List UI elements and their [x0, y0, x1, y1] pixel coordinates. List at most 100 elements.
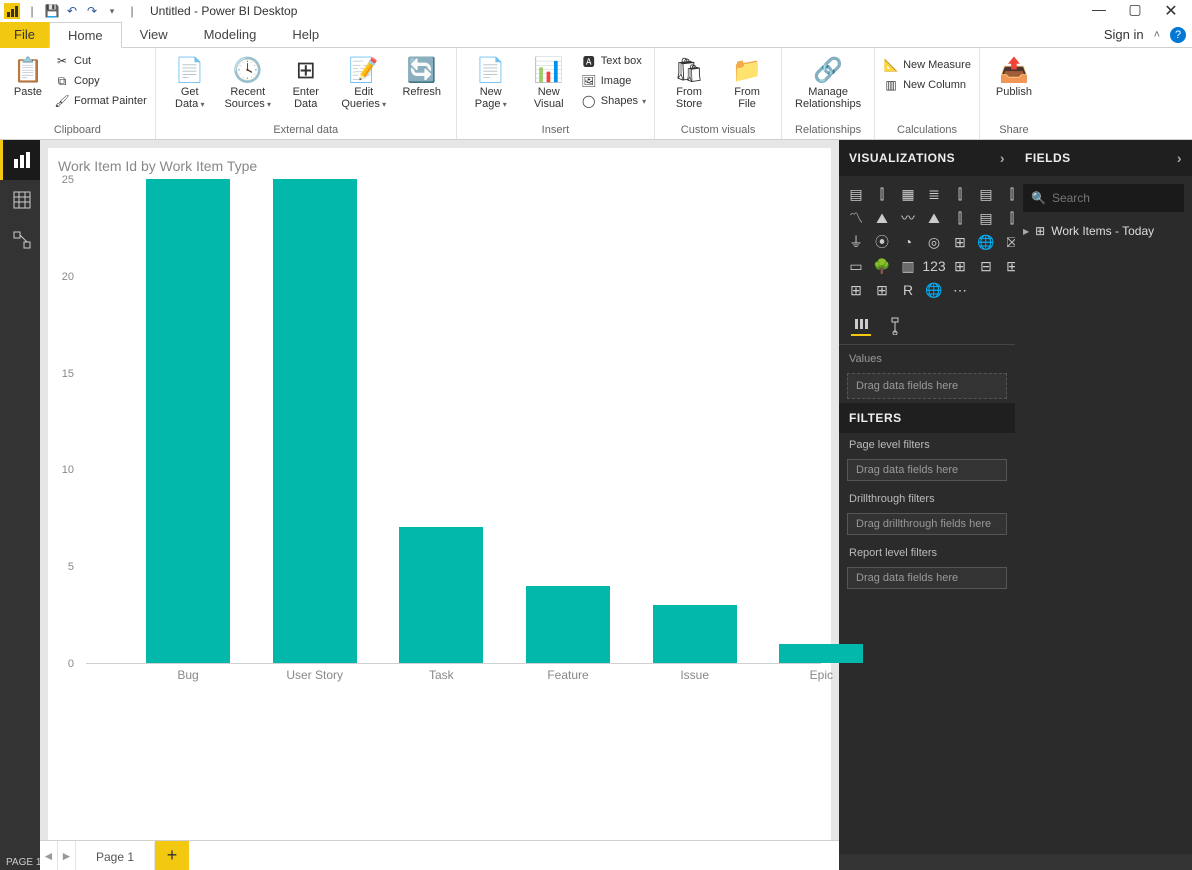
model-view-button[interactable] — [0, 220, 40, 260]
fields-header[interactable]: FIELDS › — [1015, 140, 1192, 176]
new-page-button[interactable]: 📄New Page ▾ — [465, 50, 517, 111]
format-tab-icon[interactable] — [885, 316, 905, 336]
viz-type-8[interactable]: ⛰ — [871, 208, 893, 228]
viz-type-1[interactable]: ⫿ — [871, 184, 893, 204]
new-visual-button[interactable]: 📊New Visual — [523, 50, 575, 110]
format-painter-button[interactable]: 🖌Format Painter — [54, 92, 147, 110]
page-tabs: ◄ ► Page 1 + — [40, 840, 839, 870]
viz-type-32[interactable]: ⋯ — [949, 280, 971, 300]
recent-sources-button[interactable]: 🕓Recent Sources ▾ — [222, 50, 274, 111]
report-view-button[interactable] — [0, 140, 40, 180]
save-icon[interactable]: 💾 — [44, 3, 60, 19]
viz-type-14[interactable]: ⏚ — [845, 232, 867, 252]
chart-visual[interactable]: Work Item Id by Work Item Type 051015202… — [48, 148, 831, 846]
fields-search[interactable]: 🔍 — [1023, 184, 1184, 212]
fields-tab-icon[interactable] — [851, 316, 871, 336]
modeling-tab[interactable]: Modeling — [186, 22, 275, 48]
from-file-button[interactable]: 📁From File — [721, 50, 773, 110]
viz-type-25[interactable]: ⊞ — [949, 256, 971, 276]
group-custom-visuals: 🛍From Store 📁From File Custom visuals — [655, 48, 782, 139]
collapse-viz-icon[interactable]: › — [1000, 150, 1005, 166]
maximize-button[interactable]: ▢ — [1126, 1, 1144, 21]
enter-data-button[interactable]: ⊞Enter Data — [280, 50, 332, 110]
viz-type-26[interactable]: ⊟ — [975, 256, 997, 276]
next-page-button[interactable]: ► — [58, 841, 76, 870]
collapse-ribbon-icon[interactable]: ˄ — [1154, 29, 1160, 41]
edit-queries-button[interactable]: 📝Edit Queries ▾ — [338, 50, 390, 111]
sign-in-button[interactable]: Sign in — [1104, 27, 1144, 42]
bar-bug[interactable] — [146, 179, 230, 663]
bar-feature[interactable] — [526, 586, 610, 663]
cut-button[interactable]: ✂Cut — [54, 52, 147, 70]
viz-type-22[interactable]: 🌳 — [871, 256, 893, 276]
viz-type-29[interactable]: ⊞ — [871, 280, 893, 300]
from-store-button[interactable]: 🛍From Store — [663, 50, 715, 110]
bar-user-story[interactable] — [273, 179, 357, 663]
manage-relationships-button[interactable]: 🔗Manage Relationships — [790, 50, 866, 110]
viz-type-10[interactable]: ⛰ — [923, 208, 945, 228]
report-filters-drop[interactable]: Drag data fields here — [847, 567, 1007, 589]
viz-type-9[interactable]: 〰 — [897, 208, 919, 228]
get-data-button[interactable]: 📄Get Data ▾ — [164, 50, 216, 111]
file-tab[interactable]: File — [0, 22, 49, 48]
close-button[interactable]: ✕ — [1162, 1, 1180, 21]
viz-type-31[interactable]: 🌐 — [923, 280, 945, 300]
copy-button[interactable]: ⧉Copy — [54, 72, 147, 90]
group-relationships: 🔗Manage Relationships Relationships — [782, 48, 875, 139]
left-view-rail — [0, 140, 40, 854]
page-tab-1[interactable]: Page 1 — [76, 841, 155, 870]
home-tab[interactable]: Home — [49, 22, 122, 48]
viz-type-24[interactable]: 123 — [923, 256, 945, 276]
data-view-button[interactable] — [0, 180, 40, 220]
add-page-button[interactable]: + — [155, 841, 189, 870]
view-tab[interactable]: View — [122, 22, 186, 48]
viz-type-16[interactable]: ◔ — [897, 232, 919, 252]
refresh-button[interactable]: 🔄Refresh — [396, 50, 448, 98]
window-title: Untitled - Power BI Desktop — [150, 4, 297, 18]
visualization-picker[interactable]: ▤⫿▦≣⫿▤⫿〽⛰〰⛰⫿▤⫿⏚⦿◔◎⊞🌐⛝▭🌳▥123⊞⊟⊞⊞⊞R🌐⋯ — [839, 176, 1015, 308]
bar-epic[interactable] — [779, 644, 863, 663]
report-canvas[interactable]: Work Item Id by Work Item Type 051015202… — [48, 148, 831, 846]
viz-type-19[interactable]: 🌐 — [975, 232, 997, 252]
prev-page-button[interactable]: ◄ — [40, 841, 58, 870]
fields-search-input[interactable] — [1052, 191, 1192, 205]
shapes-button[interactable]: ◯Shapes ▾ — [581, 92, 646, 110]
viz-type-0[interactable]: ▤ — [845, 184, 867, 204]
minimize-button[interactable]: — — [1090, 1, 1108, 21]
help-tab[interactable]: Help — [274, 22, 337, 48]
collapse-fields-icon[interactable]: › — [1177, 150, 1182, 166]
drill-filters-drop[interactable]: Drag drillthrough fields here — [847, 513, 1007, 535]
undo-icon[interactable]: ↶ — [64, 3, 80, 19]
paste-button[interactable]: 📋 Paste — [8, 50, 48, 98]
viz-type-30[interactable]: R — [897, 280, 919, 300]
viz-type-3[interactable]: ≣ — [923, 184, 945, 204]
bar-issue[interactable] — [653, 605, 737, 663]
values-drop-zone[interactable]: Drag data fields here — [847, 373, 1007, 399]
viz-type-21[interactable]: ▭ — [845, 256, 867, 276]
x-label: Issue — [653, 668, 737, 682]
new-measure-button[interactable]: 📐New Measure — [883, 56, 971, 74]
table-work-items[interactable]: ▶ ⊞ Work Items - Today — [1015, 220, 1192, 242]
viz-type-2[interactable]: ▦ — [897, 184, 919, 204]
publish-button[interactable]: 📤Publish — [988, 50, 1040, 98]
text-box-button[interactable]: 🅰Text box — [581, 52, 646, 70]
viz-type-17[interactable]: ◎ — [923, 232, 945, 252]
page-filters-drop[interactable]: Drag data fields here — [847, 459, 1007, 481]
visualizations-header[interactable]: VISUALIZATIONS › — [839, 140, 1015, 176]
viz-type-23[interactable]: ▥ — [897, 256, 919, 276]
image-button[interactable]: 🖼Image — [581, 72, 646, 90]
viz-type-28[interactable]: ⊞ — [845, 280, 867, 300]
viz-type-15[interactable]: ⦿ — [871, 232, 893, 252]
viz-type-11[interactable]: ⫿ — [949, 208, 971, 228]
expand-icon[interactable]: ▶ — [1023, 227, 1029, 236]
viz-type-7[interactable]: 〽 — [845, 208, 867, 228]
redo-icon[interactable]: ↷ — [84, 3, 100, 19]
viz-type-4[interactable]: ⫿ — [949, 184, 971, 204]
qat-dropdown-icon[interactable]: ▾ — [104, 3, 120, 19]
viz-type-12[interactable]: ▤ — [975, 208, 997, 228]
help-icon[interactable]: ? — [1170, 27, 1186, 43]
bar-task[interactable] — [399, 527, 483, 663]
viz-type-5[interactable]: ▤ — [975, 184, 997, 204]
new-column-button[interactable]: ▥New Column — [883, 76, 971, 94]
viz-type-18[interactable]: ⊞ — [949, 232, 971, 252]
